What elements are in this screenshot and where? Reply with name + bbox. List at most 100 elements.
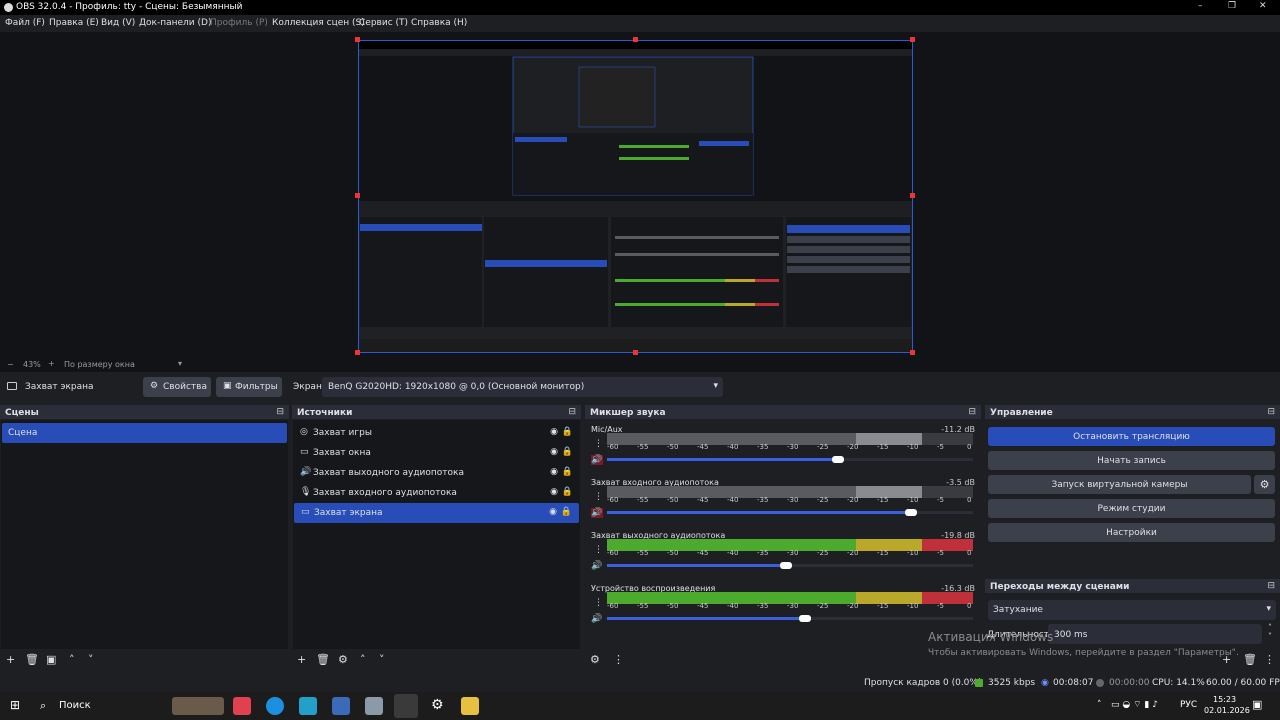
taskbar-search[interactable]: Поиск <box>59 700 91 711</box>
obs-taskbar-icon[interactable] <box>394 694 418 718</box>
filter-icon[interactable]: ▣ <box>46 653 56 666</box>
chevron-down-icon[interactable]: ˅ <box>1268 632 1272 641</box>
taskbar-app-icon[interactable] <box>332 697 350 715</box>
lock-icon[interactable]: 🔒 <box>562 427 573 437</box>
minimize-button[interactable]: – <box>1198 1 1203 11</box>
chevron-down-icon[interactable]: ˅ <box>88 653 94 666</box>
language-indicator[interactable]: РУС <box>1180 700 1197 710</box>
chevron-down-icon[interactable]: ˅ <box>379 653 385 666</box>
float-icon[interactable]: ⊟ <box>968 407 976 417</box>
filters-button[interactable]: ▣ Фильтры <box>216 377 282 397</box>
more-icon[interactable]: ⋮ <box>594 545 603 555</box>
start-recording-button[interactable]: Начать запись <box>988 451 1275 470</box>
volume-knob[interactable] <box>904 509 917 516</box>
trash-icon[interactable]: 🗑 <box>1243 653 1257 666</box>
volume-knob[interactable] <box>831 456 844 463</box>
lock-icon[interactable]: 🔒 <box>562 447 573 457</box>
stop-streaming-button[interactable]: Остановить трансляцию <box>988 427 1275 446</box>
menu-view[interactable]: Вид (V) <box>101 18 135 28</box>
menu-scene-collection[interactable]: Коллекция сцен (S) <box>272 18 365 28</box>
float-icon[interactable]: ⊟ <box>1267 581 1275 591</box>
settings-taskbar-icon[interactable]: ⚙ <box>431 697 444 713</box>
taskbar-app-icon[interactable] <box>233 697 251 715</box>
source-item[interactable]: ◎ Захват игры ◉ 🔒 <box>293 423 580 443</box>
taskbar-app-icon[interactable] <box>365 697 383 715</box>
settings-button[interactable]: Настройки <box>988 523 1275 542</box>
menu-file[interactable]: Файл (F) <box>5 18 45 28</box>
edge-icon[interactable] <box>266 697 284 715</box>
maximize-button[interactable]: ❐ <box>1228 1 1236 11</box>
resize-handle[interactable] <box>355 193 360 198</box>
notification-icon[interactable]: ▣ <box>1252 698 1262 711</box>
chevron-down-icon[interactable]: ▾ <box>178 359 182 368</box>
properties-button[interactable]: ⚙ Свойства <box>143 377 211 397</box>
muted-speaker-icon[interactable]: 🔊 <box>591 508 603 518</box>
virtual-camera-settings-button[interactable]: ⚙ <box>1254 475 1275 494</box>
source-item[interactable]: ▭ Захват экрана ◉ 🔒 <box>294 503 579 523</box>
resize-handle[interactable] <box>633 37 638 42</box>
volume-slider[interactable] <box>607 615 973 622</box>
speaker-icon[interactable]: 🔊 <box>591 614 603 624</box>
volume-slider[interactable] <box>607 456 973 463</box>
gear-icon[interactable]: ⚙ <box>338 653 348 666</box>
zoom-out-button[interactable]: − <box>7 360 14 369</box>
chevron-up-icon[interactable]: ˄ <box>1097 700 1102 710</box>
start-virtual-camera-button[interactable]: Запуск виртуальной камеры <box>988 475 1251 494</box>
zoom-in-button[interactable]: + <box>48 359 55 368</box>
eye-icon[interactable]: ◉ <box>550 447 558 457</box>
taskbar-app-icon[interactable] <box>299 697 317 715</box>
more-icon[interactable]: ⋮ <box>613 653 624 666</box>
eye-icon[interactable]: ◉ <box>550 427 558 437</box>
eye-icon[interactable]: ◉ <box>549 507 557 517</box>
screen-select[interactable]: BenQ G2020HD: 1920x1080 @ 0,0 (Основной … <box>322 377 723 397</box>
more-icon[interactable]: ⋮ <box>1264 653 1275 666</box>
volume-slider[interactable] <box>607 509 973 516</box>
tray-icons[interactable]: ▭ ◒ ⌔ ▮ ♪ <box>1111 699 1158 710</box>
lock-icon[interactable]: 🔒 <box>562 487 573 497</box>
resize-handle[interactable] <box>910 37 915 42</box>
source-item[interactable]: ▭ Захват окна ◉ 🔒 <box>293 443 580 463</box>
more-icon[interactable]: ⋮ <box>594 439 603 449</box>
menu-tools[interactable]: Сервис (T) <box>359 18 408 28</box>
resize-handle[interactable] <box>910 193 915 198</box>
source-item[interactable]: 🔊 Захват выходного аудиопотока ◉ 🔒 <box>293 463 580 483</box>
gear-icon[interactable]: ⚙ <box>590 653 600 666</box>
resize-handle[interactable] <box>910 350 915 355</box>
menu-edit[interactable]: Правка (E) <box>49 18 99 28</box>
windows-start-icon[interactable]: ⊞ <box>10 698 20 712</box>
more-icon[interactable]: ⋮ <box>594 598 603 608</box>
menu-docks[interactable]: Док-панели (D) <box>139 18 211 28</box>
chevron-up-icon[interactable]: ˄ <box>1268 623 1272 632</box>
lock-icon[interactable]: 🔒 <box>562 467 573 477</box>
float-icon[interactable]: ⊟ <box>1267 407 1275 417</box>
volume-slider[interactable] <box>607 562 973 569</box>
resize-handle[interactable] <box>355 37 360 42</box>
float-icon[interactable]: ⊟ <box>568 407 576 417</box>
trash-icon[interactable]: 🗑 <box>316 653 330 666</box>
close-button[interactable]: ✕ <box>1259 1 1267 11</box>
more-icon[interactable]: ⋮ <box>594 492 603 502</box>
speaker-icon[interactable]: 🔊 <box>591 561 603 571</box>
trash-icon[interactable]: 🗑 <box>25 653 39 666</box>
menu-help[interactable]: Справка (H) <box>411 18 467 28</box>
add-icon[interactable]: + <box>6 653 15 666</box>
transition-select[interactable]: Затухание ▾ <box>988 600 1276 620</box>
add-icon[interactable]: + <box>297 653 306 666</box>
resize-handle[interactable] <box>355 350 360 355</box>
volume-knob[interactable] <box>780 562 793 569</box>
muted-speaker-icon[interactable]: 🔊 <box>591 455 603 465</box>
float-icon[interactable]: ⊟ <box>276 407 284 417</box>
lock-icon[interactable]: 🔒 <box>561 507 572 517</box>
eye-icon[interactable]: ◉ <box>550 467 558 477</box>
taskbar-app-icon[interactable] <box>461 697 479 715</box>
resize-handle[interactable] <box>633 350 638 355</box>
chevron-up-icon[interactable]: ˄ <box>69 653 75 666</box>
preview-screen-capture[interactable] <box>358 40 913 353</box>
zoom-mode-select[interactable]: По размеру окна <box>64 360 135 369</box>
volume-knob[interactable] <box>798 615 811 622</box>
chevron-up-icon[interactable]: ˄ <box>360 653 366 666</box>
scene-item[interactable]: Сцена <box>2 423 287 443</box>
studio-mode-button[interactable]: Режим студии <box>988 499 1275 518</box>
source-item[interactable]: 🎙 Захват входного аудиопотока ◉ 🔒 <box>293 483 580 503</box>
eye-icon[interactable]: ◉ <box>550 487 558 497</box>
